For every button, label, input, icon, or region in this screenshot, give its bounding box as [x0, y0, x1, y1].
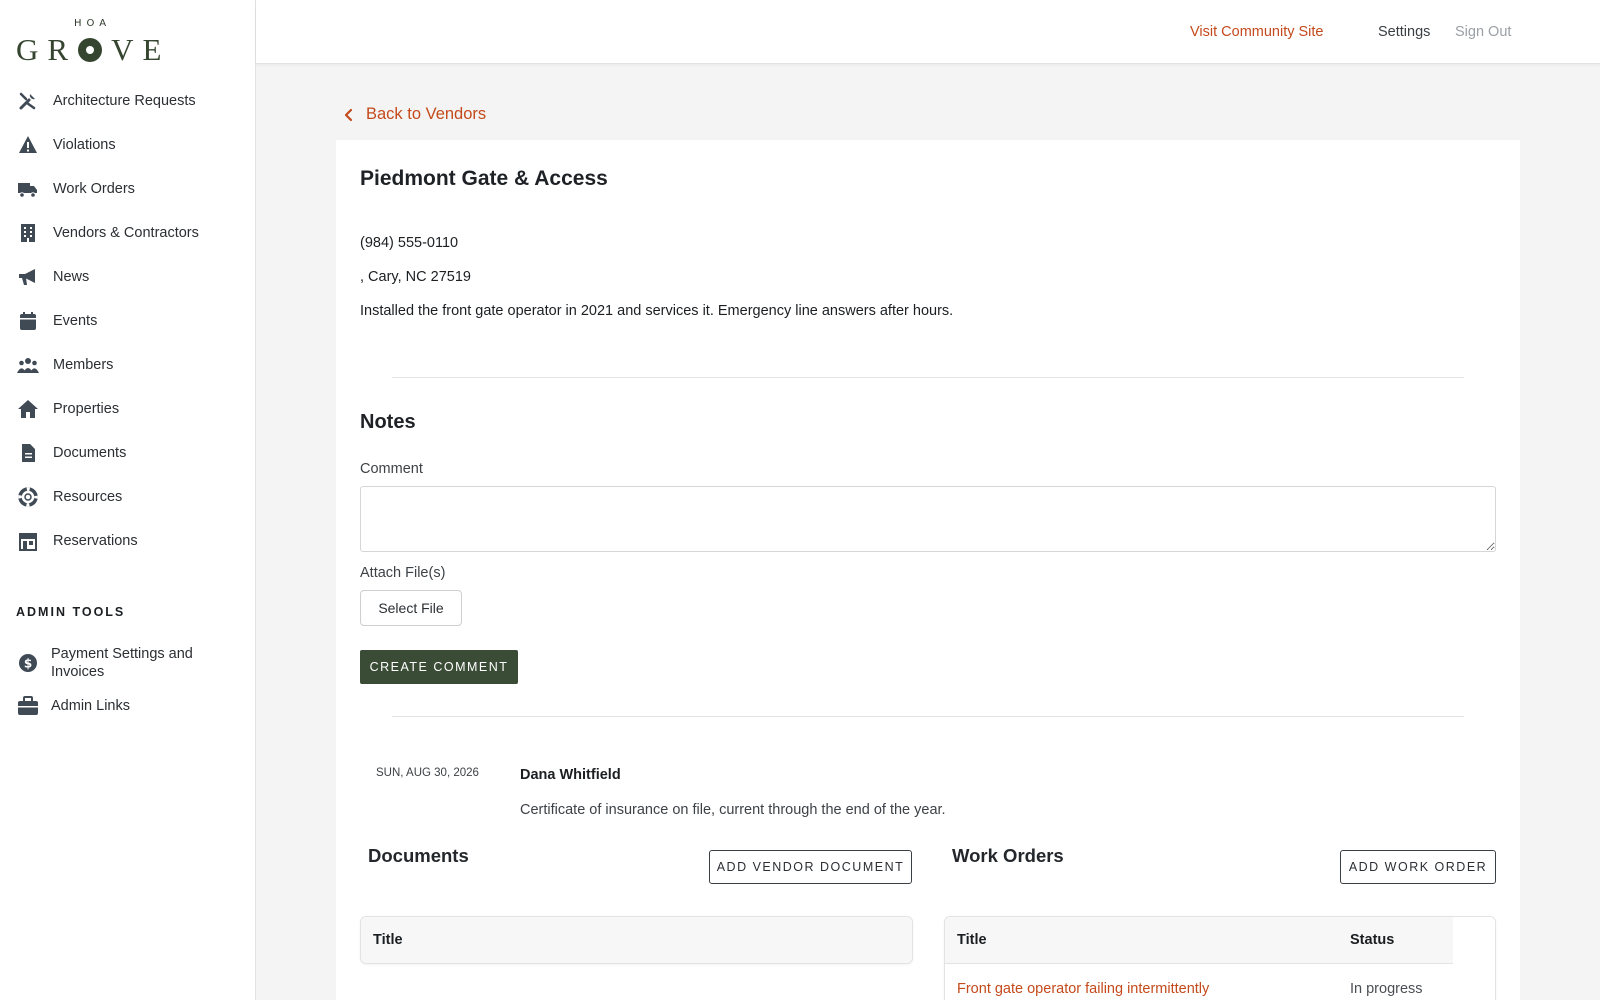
- vendor-detail-card: Piedmont Gate & Access (984) 555-0110 , …: [336, 140, 1520, 1000]
- attach-files-label: Attach File(s): [360, 565, 446, 581]
- sidebar-item-label: Violations: [53, 137, 116, 153]
- add-vendor-document-button[interactable]: ADD VENDOR DOCUMENT: [709, 850, 912, 884]
- sidebar-item-news[interactable]: News: [0, 255, 255, 299]
- home-icon: [17, 398, 39, 420]
- sign-out-link[interactable]: Sign Out: [1455, 24, 1511, 40]
- sidebar-item-label: Architecture Requests: [53, 93, 196, 109]
- sidebar-item-payment-settings[interactable]: $ Payment Settings and Invoices: [0, 644, 255, 682]
- create-comment-button[interactable]: CREATE COMMENT: [360, 650, 518, 684]
- sidebar-item-architecture-requests[interactable]: Architecture Requests: [0, 79, 255, 123]
- admin-nav: $ Payment Settings and Invoices Admin Li…: [0, 644, 255, 727]
- sidebar-item-events[interactable]: Events: [0, 299, 255, 343]
- back-to-vendors-link[interactable]: Back to Vendors: [342, 105, 486, 124]
- sidebar-nav: Architecture Requests Violations Work Or…: [0, 79, 255, 563]
- sidebar-item-label: Payment Settings and Invoices: [51, 646, 193, 680]
- sidebar-item-members[interactable]: Members: [0, 343, 255, 387]
- header-spacer: [1453, 917, 1495, 964]
- vendor-phone: (984) 555-0110: [360, 235, 459, 251]
- sidebar-item-label: Resources: [53, 489, 123, 505]
- sidebar-item-label: News: [53, 269, 90, 285]
- sidebar-item-label: Vendors & Contractors: [53, 225, 199, 241]
- sidebar-item-label: Work Orders: [53, 181, 135, 197]
- sidebar-item-documents[interactable]: Documents: [0, 431, 255, 475]
- table-header: Title Status: [945, 917, 1495, 964]
- column-header-title[interactable]: Title: [957, 932, 987, 948]
- svg-text:$: $: [24, 657, 32, 671]
- sidebar-item-admin-links[interactable]: Admin Links: [0, 685, 255, 727]
- calendar-icon: [17, 310, 39, 332]
- sidebar-item-resources[interactable]: Resources: [0, 475, 255, 519]
- life-ring-icon: [17, 486, 39, 508]
- sidebar-item-label: Properties: [53, 401, 120, 417]
- sidebar-item-label: Events: [53, 313, 98, 329]
- column-header-title[interactable]: Title: [373, 932, 403, 948]
- hoa-grove-logo[interactable]: HOA GR VE: [16, 18, 161, 67]
- dollar-icon: $: [17, 652, 39, 674]
- sidebar: HOA GR VE Architecture Requests Violation…: [0, 0, 256, 1000]
- work-orders-heading: Work Orders: [952, 845, 1064, 866]
- store-icon: [17, 530, 39, 552]
- sidebar-item-label: Documents: [53, 445, 127, 461]
- divider: [392, 716, 1464, 717]
- add-work-order-button[interactable]: ADD WORK ORDER: [1340, 850, 1496, 884]
- sidebar-item-label: Members: [53, 357, 114, 373]
- table-row: Front gate operator failing intermittent…: [945, 964, 1495, 1000]
- document-icon: [17, 442, 39, 464]
- top-bar: Visit Community Site Settings Sign Out: [256, 0, 1600, 64]
- building-icon: [17, 222, 39, 244]
- flower-icon: [78, 38, 103, 62]
- sidebar-item-properties[interactable]: Properties: [0, 387, 255, 431]
- logo-hoa-text: HOA: [74, 18, 112, 29]
- note-date: SUN, AUG 30, 2026: [376, 767, 479, 779]
- notes-heading: Notes: [360, 411, 416, 433]
- settings-link[interactable]: Settings: [1378, 24, 1430, 40]
- vendor-address: , Cary, NC 27519: [360, 269, 471, 285]
- tools-icon: [17, 90, 39, 112]
- documents-heading: Documents: [368, 845, 469, 866]
- sidebar-item-vendors[interactable]: Vendors & Contractors: [0, 211, 255, 255]
- sidebar-item-label: Reservations: [53, 533, 138, 549]
- vendor-name: Piedmont Gate & Access: [360, 167, 608, 190]
- note-author: Dana Whitfield: [520, 767, 621, 783]
- sidebar-item-reservations[interactable]: Reservations: [0, 519, 255, 563]
- vendor-description: Installed the front gate operator in 202…: [360, 303, 954, 319]
- sidebar-item-label: Admin Links: [51, 698, 130, 714]
- briefcase-icon: [17, 695, 39, 717]
- table-header: Title: [361, 917, 912, 963]
- work-order-status: In progress: [1350, 981, 1423, 997]
- truck-icon: [17, 178, 39, 200]
- visit-community-site-link[interactable]: Visit Community Site: [1190, 24, 1324, 40]
- comment-textarea[interactable]: [360, 486, 1496, 552]
- admin-tools-heading: ADMIN TOOLS: [16, 605, 126, 619]
- chevron-left-icon: [342, 108, 356, 122]
- megaphone-icon: [17, 266, 39, 288]
- column-header-status[interactable]: Status: [1350, 932, 1394, 948]
- sidebar-item-violations[interactable]: Violations: [0, 123, 255, 167]
- comment-label: Comment: [360, 461, 423, 477]
- work-order-title-link[interactable]: Front gate operator failing intermittent…: [957, 981, 1209, 997]
- note-body: Certificate of insurance on file, curren…: [520, 802, 946, 818]
- warning-icon: [17, 134, 39, 156]
- divider: [392, 377, 1464, 378]
- users-icon: [17, 354, 39, 376]
- select-file-button[interactable]: Select File: [360, 590, 462, 626]
- back-link-label: Back to Vendors: [366, 105, 487, 123]
- work-orders-table: Title Status Front gate operator failing…: [944, 916, 1496, 1000]
- logo-wordmark: GR VE: [16, 32, 171, 67]
- sidebar-item-work-orders[interactable]: Work Orders: [0, 167, 255, 211]
- documents-table: Title: [360, 916, 913, 964]
